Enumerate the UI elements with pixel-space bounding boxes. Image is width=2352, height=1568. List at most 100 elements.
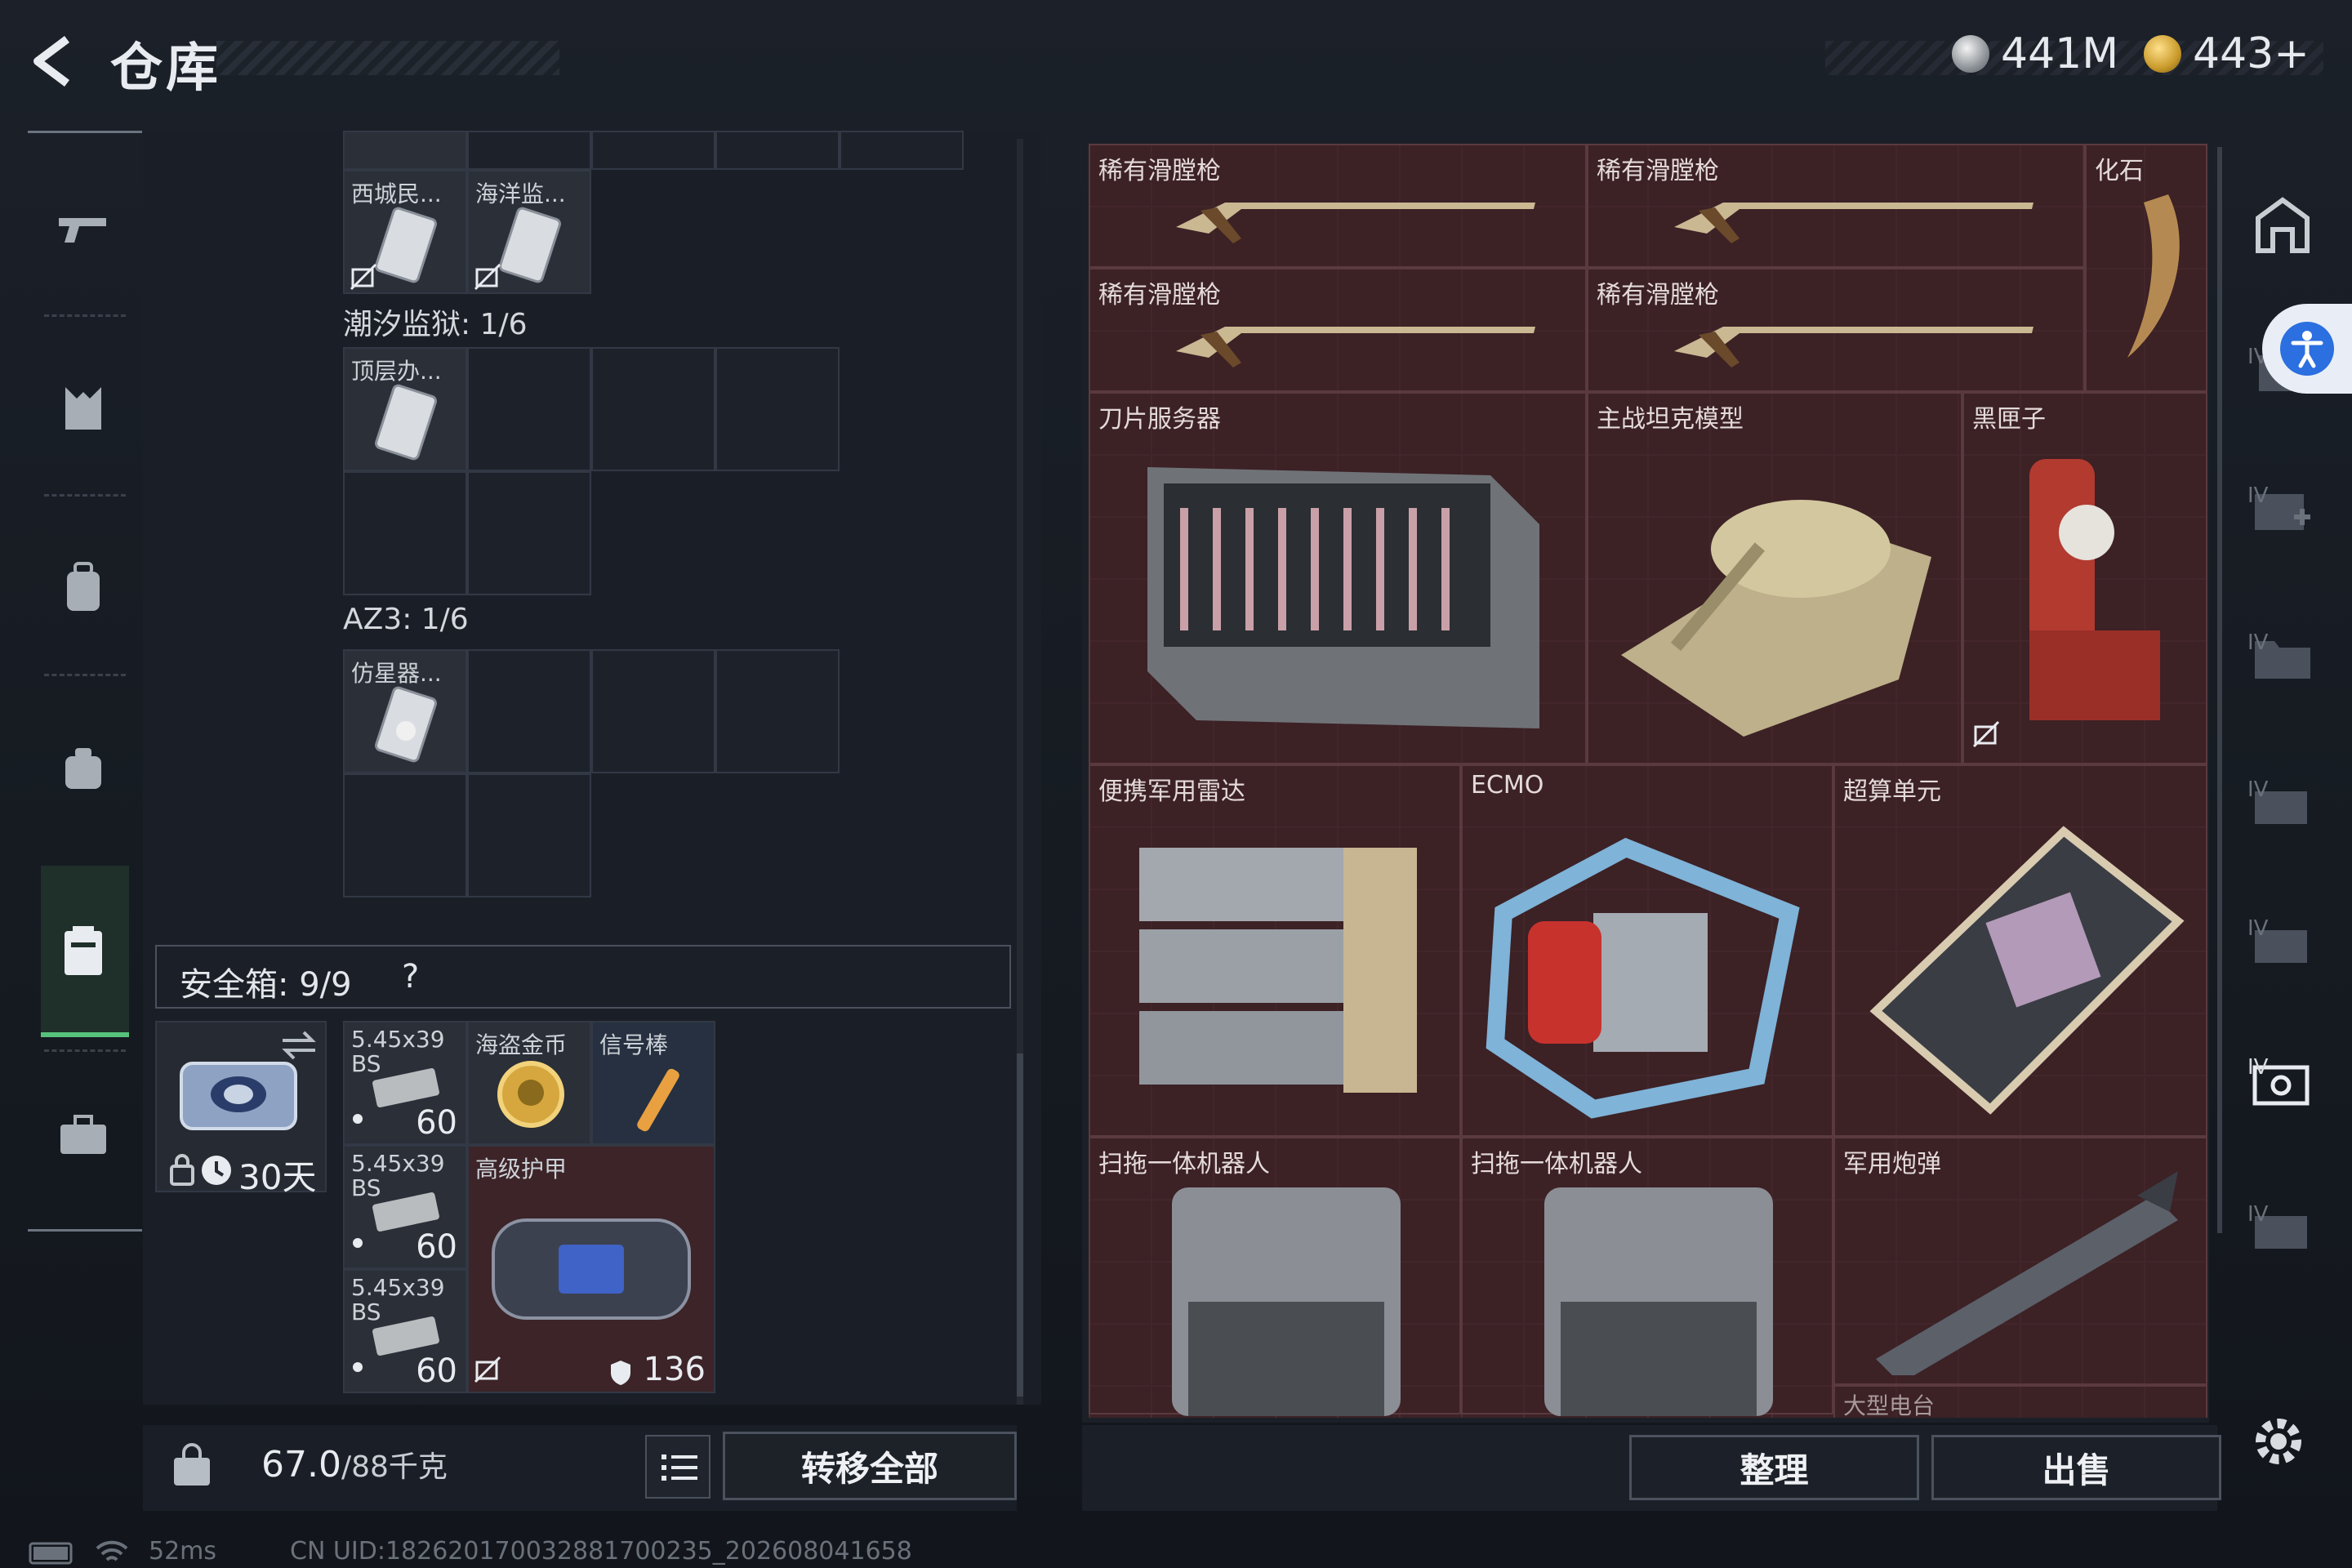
item-robot-vacuum[interactable]: 扫拖一体机器人 [1089,1137,1461,1416]
stash-cell-partial[interactable] [467,131,591,170]
stash-empty-cell[interactable] [715,347,840,471]
ammo-dot-icon [353,1238,363,1248]
safebox-container-card[interactable]: 30天 [155,1021,327,1197]
nav-safebox[interactable] [42,911,124,992]
item-fossil[interactable]: 化石 [2085,144,2207,392]
musket-icon [1674,327,2034,368]
transfer-all-button[interactable]: 转移全部 [723,1432,1017,1500]
nav-pouch[interactable] [42,727,124,808]
list-icon [662,1454,697,1481]
stash-empty-cell[interactable] [591,649,715,773]
armor-durability: 136 [643,1351,706,1388]
stash-cell-partial[interactable] [343,131,467,170]
safebox-help-icon[interactable]: ? [402,958,419,996]
fossil-claw-icon [2127,194,2180,358]
stash-item-card[interactable]: 西城民... [343,170,467,294]
nav-backpack[interactable] [42,547,124,629]
section-label-tide-prison: 潮汐监狱: 1/6 [343,308,528,341]
rnav-folder[interactable]: IV [2238,612,2328,702]
pirate-coin-icon [497,1061,564,1128]
stash-cell-partial[interactable] [840,131,964,170]
rnav-active-container[interactable]: IV [2238,1037,2328,1127]
item-artillery-shell[interactable]: 军用炮弹 [1833,1137,2207,1385]
stash-item-card[interactable]: 仿星器... [343,649,467,773]
item-rare-musket[interactable]: 稀有滑膛枪 [1089,268,1587,392]
tank-model-icon [1621,500,1931,737]
rnav-home[interactable] [2238,180,2328,270]
flare-name: 信号棒 [599,1031,669,1058]
stash-empty-cell[interactable] [467,471,591,595]
stash-scroll-thumb[interactable] [1017,1054,1023,1396]
no-drop-icon [474,1356,501,1383]
item-name: 刀片服务器 [1098,405,1221,434]
back-arrow-icon[interactable] [24,33,82,90]
nav-weapon[interactable] [42,188,124,270]
item-rare-musket[interactable]: 稀有滑膛枪 [1587,268,2085,392]
sell-button[interactable]: 出售 [1931,1435,2221,1500]
nav-vest[interactable] [42,368,124,449]
item-blade-server[interactable]: 刀片服务器 [1089,392,1587,764]
stash-empty-cell[interactable] [343,773,467,898]
accessibility-button[interactable] [2262,304,2352,394]
stash-empty-cell[interactable] [715,649,840,773]
stash-empty-cell[interactable] [467,773,591,898]
safebox-item-flare[interactable]: 信号棒 [591,1021,715,1145]
wifi-icon [96,1540,128,1561]
stash-empty-cell[interactable] [467,649,591,773]
tier-badge: IV [2247,483,2269,508]
flare-stick-icon [637,1068,679,1132]
rnav-tools-2[interactable]: IV [2238,898,2328,988]
ammo-box-icon [372,1192,439,1232]
currency-gold[interactable]: 443+ [2144,29,2310,78]
musket-icon [1176,203,1535,243]
stash-item-card[interactable]: 海洋监... [467,170,591,294]
item-name: 便携军用雷达 [1098,777,1245,806]
list-view-button[interactable] [645,1435,710,1499]
safebox-item-coin[interactable]: 海盗金币 [467,1021,591,1145]
shield-icon [611,1361,630,1385]
stash-cell-partial[interactable] [591,131,715,170]
left-nav [28,131,142,1233]
rnav-tools-1[interactable]: IV [2238,760,2328,849]
currency-silver[interactable]: 441M [1952,29,2118,78]
safebox-item-ammo[interactable]: 5.45x39 BS 60 [343,1021,467,1145]
item-black-box[interactable]: 黑匣子 [1962,392,2207,764]
tier-badge: IV [2247,777,2269,802]
swap-icon[interactable] [279,1029,318,1062]
item-portable-radar[interactable]: 便携军用雷达 [1089,764,1461,1137]
item-rare-musket[interactable]: 稀有滑膛枪 [1089,144,1587,268]
nav-top-line [28,131,142,133]
stash-cell-partial[interactable] [715,131,840,170]
item-tank-model[interactable]: 主战坦克模型 [1587,392,1962,764]
item-large-radio[interactable]: 大型电台 [1833,1385,2207,1419]
rnav-medkit[interactable]: IV [2238,466,2328,555]
safebox-item-armor[interactable]: 高级护甲 136 [467,1145,715,1393]
ecmo-icon [1486,837,1800,1119]
stash-empty-cell[interactable] [343,471,467,595]
item-ecmo[interactable]: ECMO [1461,764,1833,1137]
server-icon [1147,467,1539,728]
organize-button[interactable]: 整理 [1629,1435,1919,1500]
tier-badge: IV [2247,1202,2269,1227]
weight-max: /88千克 [341,1450,448,1484]
safebox-header: 安全箱: 9/9 ? [155,945,1011,1009]
safebox-item-ammo[interactable]: 5.45x39 BS 60 [343,1269,467,1393]
stash-scrollbar[interactable] [1017,139,1023,1405]
silver-coin-icon [1952,35,1989,73]
stash-item-card[interactable]: 顶层办... [343,347,467,471]
musket-icon [1674,203,2034,243]
item-supercompute-unit[interactable]: 超算单元 [1833,764,2207,1137]
warehouse-screen: 仓库 441M 443+ 西城民... 海洋监... 潮汐监狱: 1/6 顶层办… [0,0,2352,1568]
settings-gear-icon[interactable] [2246,1409,2311,1474]
safebox-label: 安全箱: 9/9 [180,966,352,1004]
container-scrollbar[interactable] [2217,147,2222,1233]
rnav-tools-3[interactable]: IV [2238,1184,2328,1274]
stash-empty-cell[interactable] [591,347,715,471]
nav-case[interactable] [42,1094,124,1176]
item-robot-vacuum[interactable]: 扫拖一体机器人 [1461,1137,1833,1416]
keycard-icon [375,384,437,461]
item-rare-musket[interactable]: 稀有滑膛枪 [1587,144,2085,268]
safebox-item-ammo[interactable]: 5.45x39 BS 60 [343,1145,467,1269]
lock-icon [170,1154,194,1186]
stash-empty-cell[interactable] [467,347,591,471]
